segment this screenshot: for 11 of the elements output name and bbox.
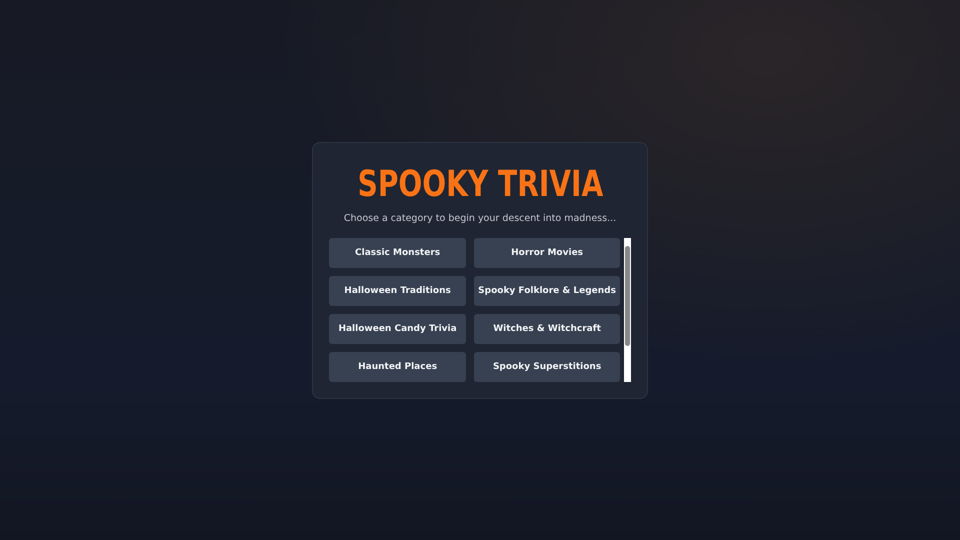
category-button[interactable]: Spooky Folklore & Legends	[474, 276, 620, 306]
category-button[interactable]: Horror Movies	[474, 238, 620, 268]
category-button[interactable]: Halloween Candy Trivia	[329, 314, 466, 344]
scrollbar[interactable]	[624, 238, 631, 382]
subtitle: Choose a category to begin your descent into madness...	[344, 212, 616, 224]
category-button[interactable]: Spooky Superstitions	[474, 352, 620, 382]
category-button[interactable]: Classic Monsters	[329, 238, 466, 268]
category-button[interactable]: Haunted Places	[329, 352, 466, 382]
category-button[interactable]: Halloween Traditions	[329, 276, 466, 306]
category-button[interactable]: Witches & Witchcraft	[474, 314, 620, 344]
game-title: SPOOKY TRIVIA	[357, 162, 603, 206]
